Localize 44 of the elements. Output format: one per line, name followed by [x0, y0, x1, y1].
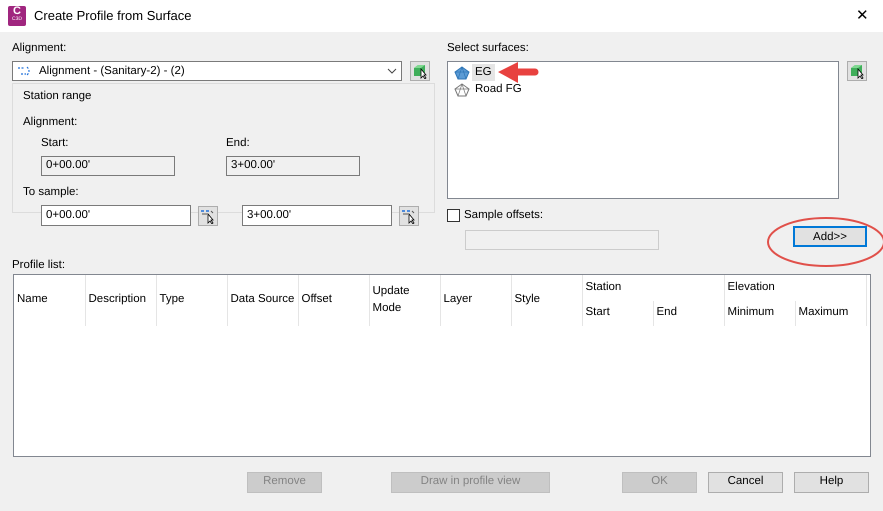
column-header[interactable]: Data Source [227, 274, 298, 326]
column-header[interactable]: Update Mode [369, 274, 440, 326]
column-header[interactable]: Name [14, 274, 85, 326]
field-label: Start: [41, 136, 70, 151]
dialog-button[interactable]: Cancel [708, 472, 783, 492]
column-header[interactable]: Station [582, 274, 724, 300]
field-label: Alignment: [12, 41, 68, 56]
column-header[interactable]: Style [511, 274, 582, 326]
field-label: To sample: [23, 185, 80, 200]
column-header[interactable]: Type [156, 274, 227, 326]
alignment-dropdown[interactable]: Alignment - (Sanitary-2) - (2) [12, 61, 402, 82]
column-header[interactable]: Maximum [795, 300, 866, 326]
sample-offsets-checkbox[interactable] [447, 209, 460, 222]
column-header[interactable]: Start [582, 300, 653, 326]
column-header[interactable]: End [653, 300, 724, 326]
caret-icon [387, 68, 397, 74]
pick-from-drawing-button[interactable] [847, 61, 867, 82]
add-button[interactable]: Add>> [793, 226, 867, 246]
surface-item[interactable]: EG [454, 64, 832, 82]
station-field: 0+00.00' [41, 156, 175, 176]
close-button[interactable]: ✕ [850, 4, 875, 28]
column-header[interactable]: Minimum [724, 300, 795, 326]
surface-icon [454, 82, 470, 97]
field-label: Select surfaces: [447, 41, 530, 56]
pick-from-drawing-button[interactable] [410, 61, 430, 82]
field-label: Alignment: [23, 114, 78, 130]
field-label: End: [226, 136, 251, 151]
field-label: Profile list: [12, 258, 66, 270]
checkbox-label: Sample offsets: [464, 208, 544, 224]
group-title: Station range [23, 89, 92, 104]
column-header[interactable]: Layer [440, 274, 511, 326]
surface-icon [454, 66, 470, 80]
column-header[interactable]: Elevation [724, 274, 866, 300]
station-input[interactable]: 0+00.00' [41, 205, 191, 226]
station-input[interactable]: 3+00.00' [242, 205, 392, 226]
window-title: Create Profile from Surface [34, 7, 192, 26]
pick-station-button[interactable] [399, 206, 419, 226]
pick-station-button[interactable] [198, 206, 218, 226]
column-header[interactable]: Offset [298, 274, 369, 326]
column-header[interactable]: Description [85, 274, 156, 326]
annotation-arrow [498, 62, 538, 83]
station-field: 3+00.00' [226, 156, 360, 176]
dialog-button[interactable]: Help [794, 472, 869, 492]
surface-item[interactable]: Road FG [454, 81, 832, 98]
